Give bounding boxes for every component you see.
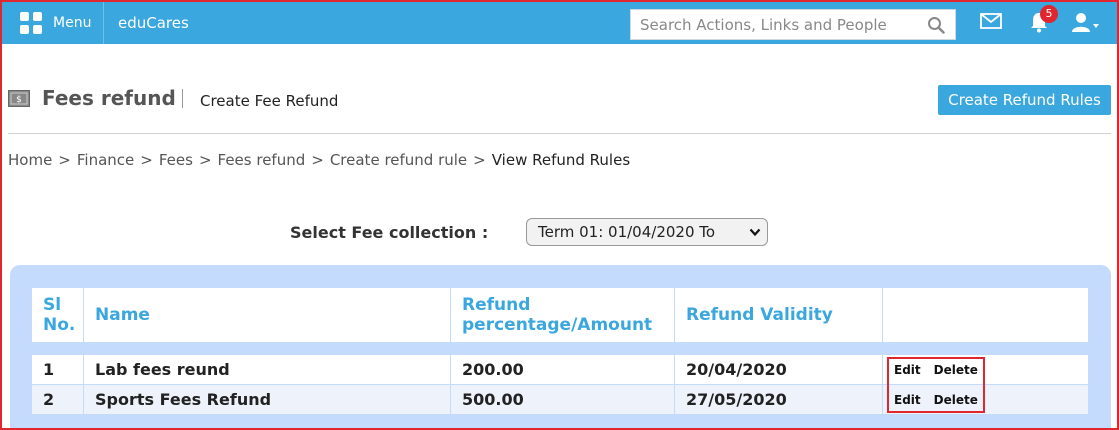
breadcrumb-fees[interactable]: Fees xyxy=(159,151,193,169)
actions-highlight-box xyxy=(887,357,985,413)
mail-icon[interactable] xyxy=(980,12,1002,30)
breadcrumb-separator: > xyxy=(198,151,212,169)
breadcrumb: Home > Finance > Fees > Fees refund > Cr… xyxy=(8,151,630,169)
column-header-sl-no: Sl No. xyxy=(32,288,84,342)
breadcrumb-fees-refund[interactable]: Fees refund xyxy=(218,151,306,169)
breadcrumb-separator: > xyxy=(140,151,153,169)
user-icon[interactable] xyxy=(1071,11,1101,33)
top-nav-bar: Menu eduCares 5 xyxy=(2,2,1117,44)
cell-name: Lab fees reund xyxy=(84,355,451,384)
notification-badge: 5 xyxy=(1040,5,1058,23)
column-header-actions xyxy=(883,288,1088,342)
menu-label: Menu xyxy=(53,15,92,31)
search-box xyxy=(630,9,956,40)
create-refund-rules-button[interactable]: Create Refund Rules xyxy=(938,85,1111,115)
cell-sl-no: 1 xyxy=(32,355,84,384)
breadcrumb-separator: > xyxy=(311,151,324,169)
search-input[interactable] xyxy=(631,15,917,34)
cell-refund-validity: 27/05/2020 xyxy=(675,385,883,414)
breadcrumb-finance[interactable]: Finance xyxy=(77,151,134,169)
svg-text:$: $ xyxy=(16,95,22,105)
fee-collection-select[interactable]: Term 01: 01/04/2020 To xyxy=(526,218,768,246)
search-icon[interactable] xyxy=(927,16,945,34)
column-header-refund-validity: Refund Validity xyxy=(675,288,883,342)
fee-collection-label: Select Fee collection : xyxy=(290,223,489,242)
fees-icon: $ xyxy=(8,90,30,107)
grid-icon xyxy=(20,12,42,34)
breadcrumb-home[interactable]: Home xyxy=(8,151,52,169)
cell-refund-amount: 200.00 xyxy=(451,355,675,384)
cell-refund-validity: 20/04/2020 xyxy=(675,355,883,384)
breadcrumb-separator: > xyxy=(58,151,71,169)
breadcrumb-separator: > xyxy=(473,151,486,169)
column-header-name: Name xyxy=(84,288,451,342)
header-divider xyxy=(8,133,1111,134)
breadcrumb-view-refund-rules: View Refund Rules xyxy=(491,151,631,169)
column-header-refund-amount: Refund percentage/Amount xyxy=(451,288,675,342)
cell-sl-no: 2 xyxy=(32,385,84,414)
page-title: Fees refund xyxy=(42,86,176,110)
cell-refund-amount: 500.00 xyxy=(451,385,675,414)
breadcrumb-create-refund-rule[interactable]: Create refund rule xyxy=(330,151,467,169)
chevron-down-icon xyxy=(749,228,761,237)
brand-link[interactable]: eduCares xyxy=(118,2,189,44)
cell-name: Sports Fees Refund xyxy=(84,385,451,414)
table-header-row: Sl No. Name Refund percentage/Amount Ref… xyxy=(32,288,1088,342)
menu-button[interactable]: Menu xyxy=(10,2,104,44)
fee-collection-value: Term 01: 01/04/2020 To xyxy=(538,223,716,241)
page-subtitle: Create Fee Refund xyxy=(200,92,339,110)
title-divider xyxy=(182,89,183,108)
